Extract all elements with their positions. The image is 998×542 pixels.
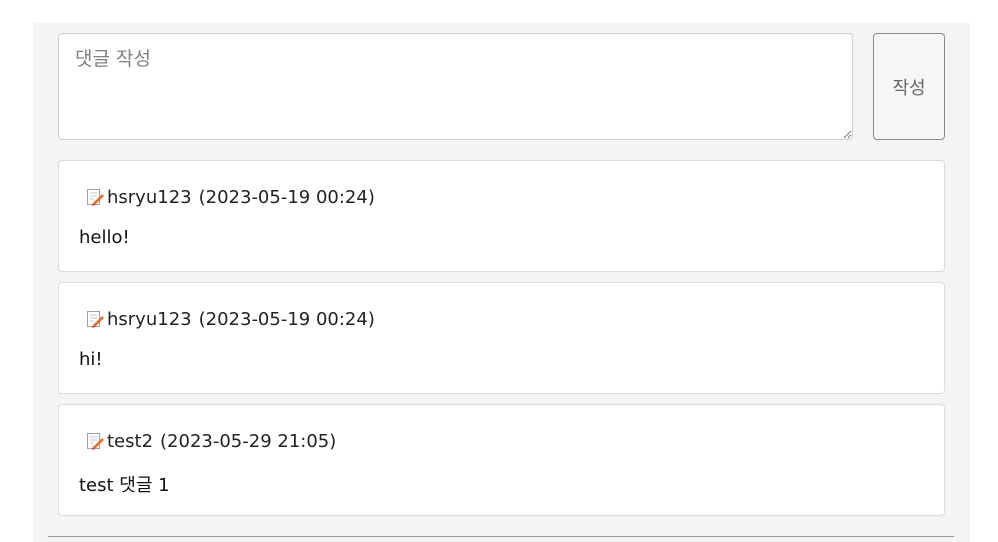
comment-input[interactable] [58, 33, 853, 140]
comment-form: 작성 [58, 33, 945, 140]
comment-text: hi! [79, 349, 103, 370]
section-divider [48, 536, 954, 537]
comment-author: test2 [107, 430, 154, 452]
comment-text: hello! [79, 227, 130, 248]
memo-icon [85, 187, 105, 207]
comment-meta: test2 (2023-05-29 21:05) [85, 429, 336, 453]
comment-author: hsryu123 [107, 308, 192, 330]
comment-meta: hsryu123 (2023-05-19 00:24) [85, 185, 375, 209]
comment-item: test2 (2023-05-29 21:05) test 댓글 1 [58, 404, 945, 516]
comment-text: test 댓글 1 [79, 475, 170, 496]
comment-section: 작성 hsryu123 (2023-05-19 00:24) he [33, 23, 970, 542]
memo-icon [85, 431, 105, 451]
comment-item: hsryu123 (2023-05-19 00:24) hello! [58, 160, 945, 272]
comment-list: hsryu123 (2023-05-19 00:24) hello! hsryu… [58, 160, 945, 526]
memo-icon [85, 309, 105, 329]
comment-author: hsryu123 [107, 186, 192, 208]
submit-comment-button[interactable]: 작성 [873, 33, 945, 140]
comment-timestamp: (2023-05-29 21:05) [160, 430, 337, 452]
comment-timestamp: (2023-05-19 00:24) [198, 308, 375, 330]
comment-item: hsryu123 (2023-05-19 00:24) hi! [58, 282, 945, 394]
comment-timestamp: (2023-05-19 00:24) [198, 186, 375, 208]
comment-meta: hsryu123 (2023-05-19 00:24) [85, 307, 375, 331]
